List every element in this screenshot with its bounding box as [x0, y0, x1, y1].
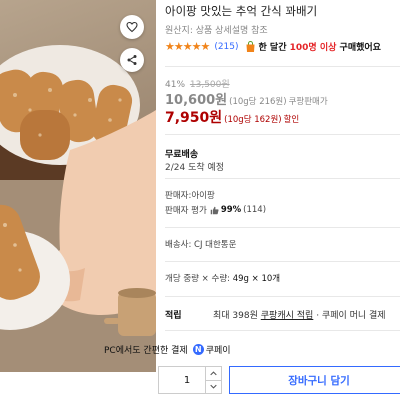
rating-stars: ★★★★★ — [165, 40, 210, 53]
divider — [165, 296, 400, 297]
add-to-cart-button[interactable]: 장바구니 담기 — [229, 366, 400, 394]
reward-prefix: 최대 398원 — [213, 311, 258, 321]
seller-eval-percent: 99% — [220, 205, 242, 215]
quantity-step-buttons — [205, 367, 221, 393]
chevron-down-icon — [210, 384, 217, 389]
option-info: 개당 중량 × 수량: 49g × 10개 — [165, 272, 280, 284]
sale-tag: 할인 — [283, 115, 300, 125]
origin-text: 원산지: 상품 상세설명 참조 — [165, 26, 268, 36]
favorite-button[interactable] — [120, 15, 144, 39]
coupay-badge-icon: N — [192, 344, 204, 355]
thumbs-up-icon — [210, 206, 219, 214]
reward-suffix: · 쿠페이 머니 결제 — [316, 311, 386, 321]
chevron-up-icon — [210, 371, 217, 376]
sale-unit: (10g당 162원) — [224, 115, 282, 125]
sale-price-row: 7,950원 (10g당 162원) 할인 — [165, 107, 299, 127]
seller-name: 판매자:아이팡 — [165, 191, 215, 201]
seller-evaluation: 판매자 평가 99% (114) — [165, 204, 266, 216]
divider — [165, 330, 400, 331]
price-row: 10,600원 (10g당 216원) 쿠팡판매가 — [165, 89, 328, 108]
coupang-price: 10,600원 — [165, 93, 228, 108]
shopping-bag-icon — [245, 40, 256, 53]
pc-payment-notice: PC에서도 간편한 결제 N 쿠페이 — [104, 343, 231, 356]
quantity-input[interactable] — [159, 367, 205, 393]
reward-label: 적립 — [165, 311, 182, 321]
pc-pay-text: PC에서도 간편한 결제 — [104, 346, 188, 356]
quantity-increase-button[interactable] — [206, 367, 221, 380]
review-count-link[interactable]: (215) — [214, 42, 238, 52]
product-image[interactable] — [0, 0, 156, 372]
buyers-prefix: 한 달간 — [258, 43, 287, 53]
heart-icon — [126, 21, 138, 33]
option-value: 49g × 10개 — [232, 274, 281, 284]
price-tag: 쿠팡판매가 — [288, 97, 328, 107]
share-button[interactable] — [120, 48, 144, 72]
share-icon — [127, 55, 137, 65]
seller-eval-label: 판매자 평가 — [165, 206, 207, 216]
rating-row: ★★★★★ (215) 한 달간 100명 이상 구매했어요 — [165, 40, 381, 53]
seller-eval-count: (114) — [243, 205, 267, 215]
sale-price: 7,950원 — [165, 110, 223, 126]
price-unit: (10g당 216원) — [229, 97, 287, 107]
product-title: 아이팡 맛있는 추억 간식 꽈배기 — [165, 4, 318, 18]
delivery-company: 배송사: CJ 대한통운 — [165, 240, 237, 250]
quantity-decrease-button[interactable] — [206, 379, 221, 394]
buyers-suffix: 구매했어요 — [339, 43, 381, 53]
divider — [165, 227, 400, 228]
divider — [165, 134, 400, 135]
product-info-panel: 아이팡 맛있는 추억 간식 꽈배기 원산지: 상품 상세설명 참조 ★★★★★ … — [165, 0, 400, 400]
option-label: 개당 중량 × 수량: — [165, 274, 231, 284]
coupay-name: 쿠페이 — [205, 346, 231, 356]
arrival-date: 2/24 도착 예정 — [165, 163, 225, 173]
buyers-count: 100명 이상 — [289, 43, 337, 53]
divider — [165, 261, 400, 262]
divider — [165, 178, 400, 179]
coupang-cash-link[interactable]: 쿠팡캐시 적립 — [261, 311, 314, 321]
free-shipping-label: 무료배송 — [165, 150, 199, 160]
reward-details: 최대 398원 쿠팡캐시 적립 · 쿠페이 머니 결제 — [213, 308, 386, 321]
monthly-buyers: 한 달간 100명 이상 구매했어요 — [259, 40, 381, 53]
quantity-stepper — [158, 366, 222, 394]
divider — [165, 66, 400, 67]
